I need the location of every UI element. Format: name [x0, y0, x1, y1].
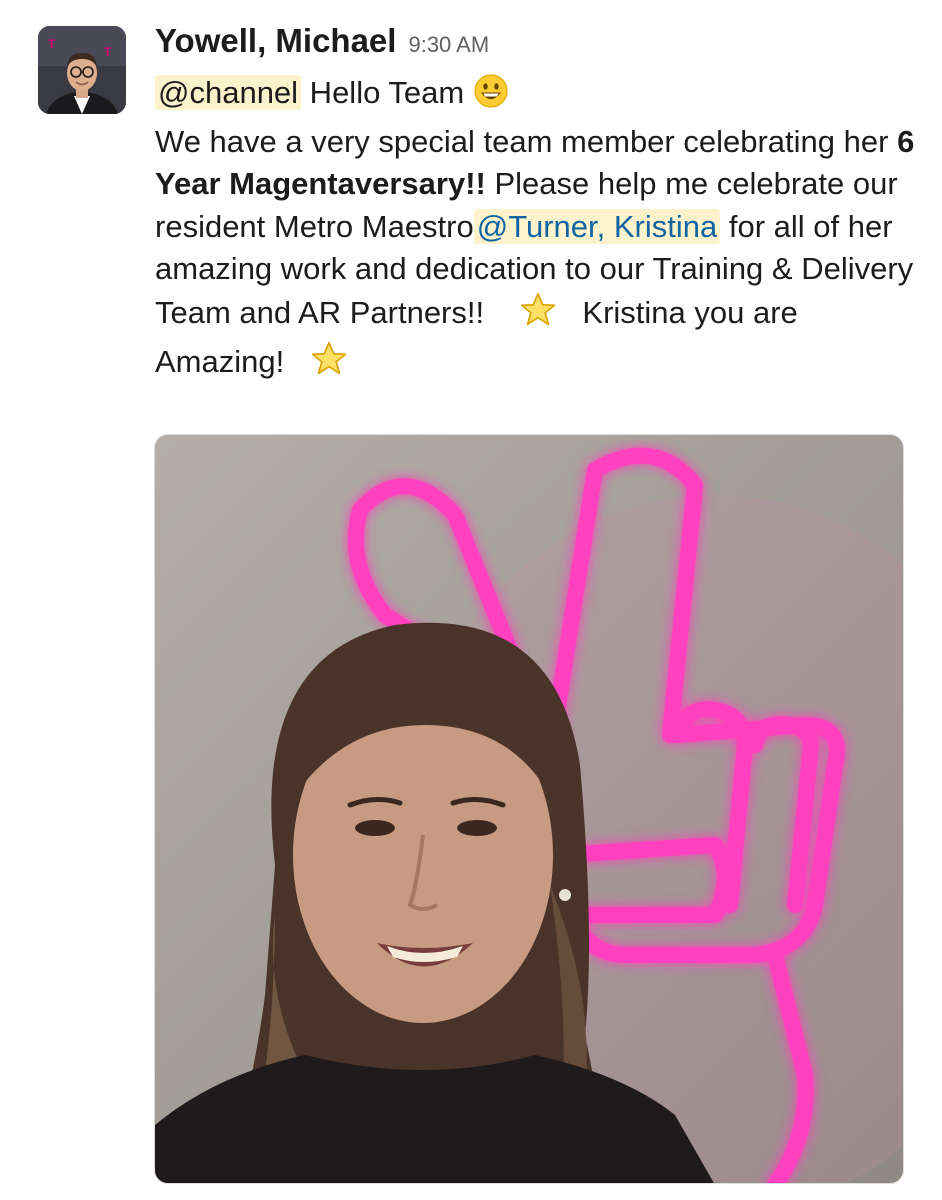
avatar[interactable]: T T — [38, 26, 126, 114]
message-header: Yowell, Michael 9:30 AM — [155, 22, 489, 60]
avatar-image: T T — [38, 26, 126, 114]
sender-name[interactable]: Yowell, Michael — [155, 22, 396, 60]
attached-photo[interactable] — [154, 434, 904, 1184]
greeting-text: Hello Team — [301, 75, 473, 110]
message-paragraph: We have a very special team member celeb… — [155, 121, 915, 390]
svg-text:T: T — [104, 45, 112, 59]
grinning-face-icon — [473, 73, 509, 121]
message-body: @channel Hello Team We have a very speci… — [155, 72, 915, 390]
message-line-greeting: @channel Hello Team — [155, 72, 915, 121]
user-mention[interactable]: @Turner, Kristina — [473, 208, 721, 244]
photo-image — [155, 435, 903, 1183]
star-icon — [310, 340, 348, 390]
svg-text:T: T — [48, 37, 56, 51]
star-icon — [519, 291, 557, 341]
message-text-1: We have a very special team member celeb… — [155, 123, 898, 159]
channel-mention[interactable]: @channel — [155, 75, 302, 110]
timestamp[interactable]: 9:30 AM — [408, 32, 489, 58]
